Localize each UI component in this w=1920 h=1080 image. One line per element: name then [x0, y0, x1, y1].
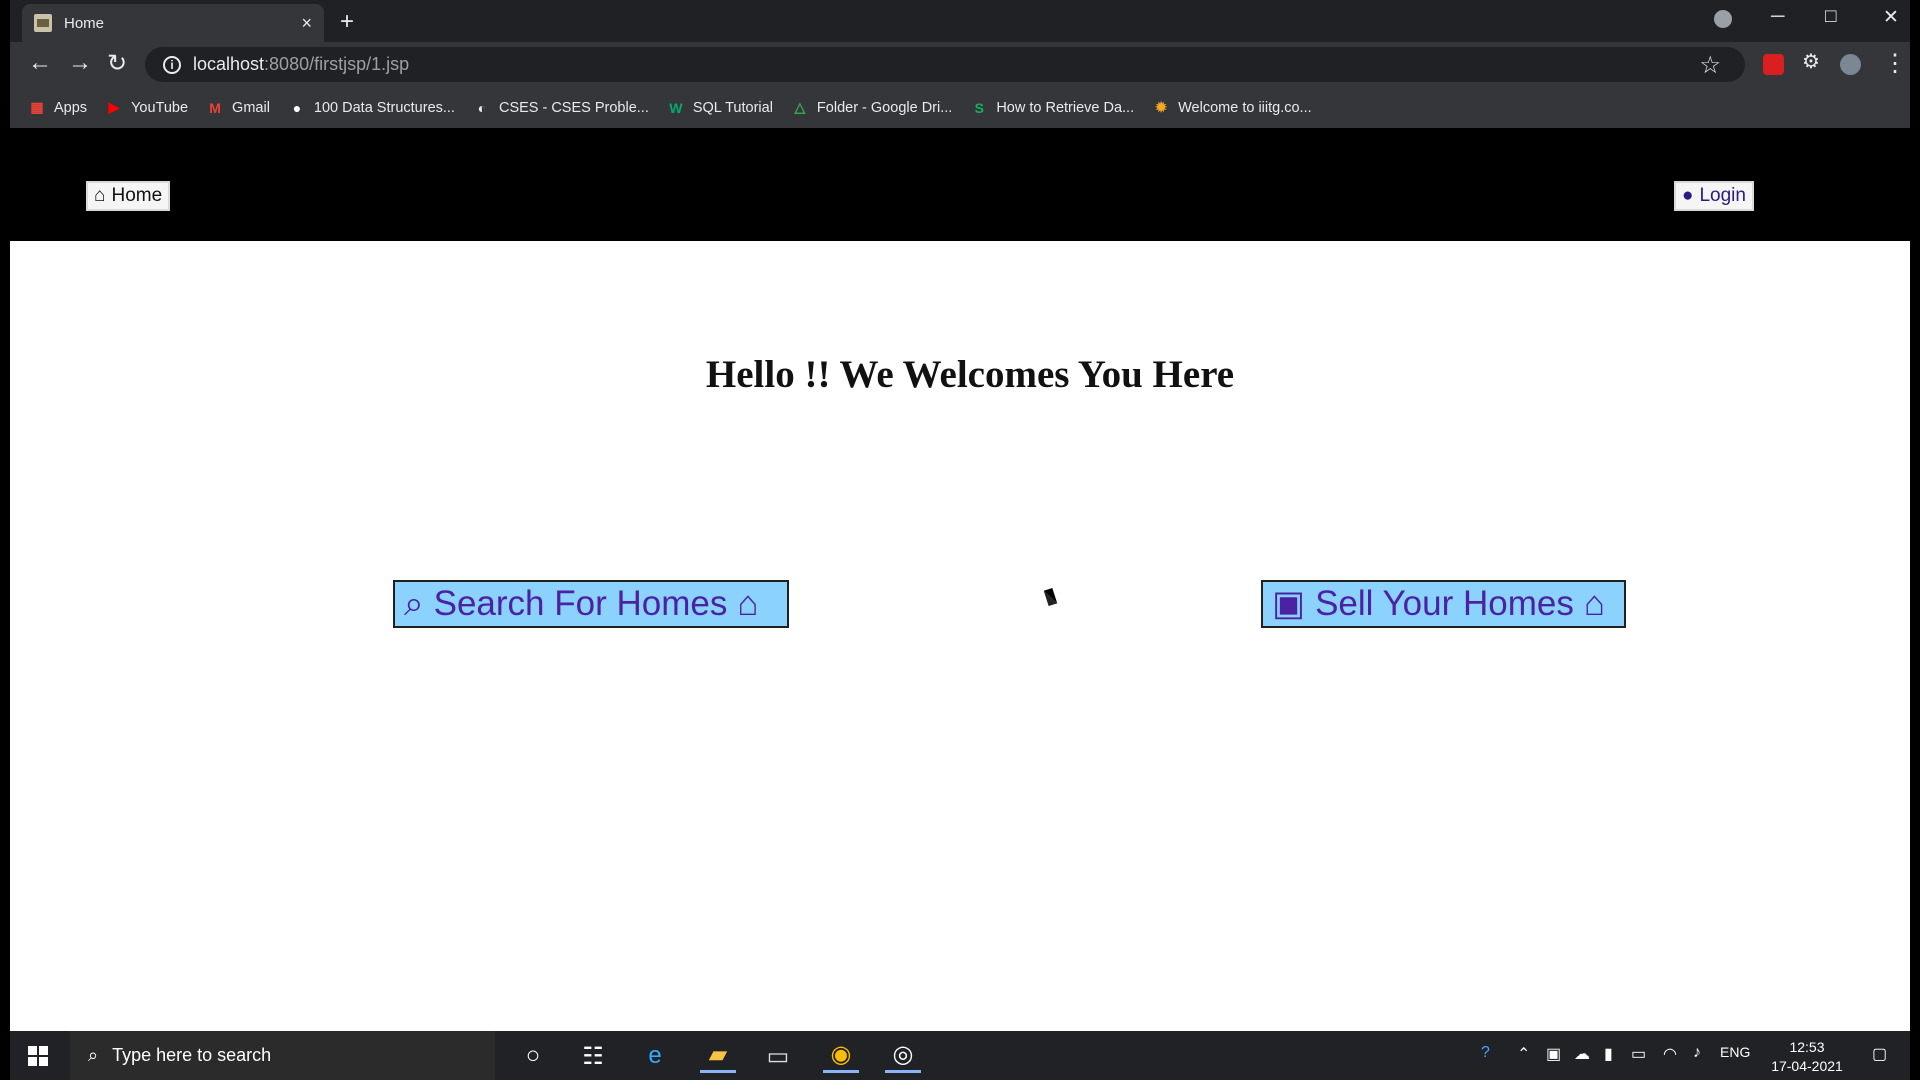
tab-home[interactable]: Home × — [22, 4, 324, 42]
settings-logo-icon: ✹ — [1155, 99, 1167, 115]
taskbar-search-box[interactable]: ⌕ Type here to search — [70, 1031, 495, 1080]
battery-icon[interactable]: ▭ — [1631, 1044, 1646, 1064]
profile-avatar[interactable] — [1840, 54, 1861, 75]
bookmark-label: 100 Data Structures... — [313, 99, 455, 116]
clock-time: 12:53 — [1789, 1039, 1825, 1055]
tab-title: Home — [64, 14, 105, 32]
bookmark-item[interactable]: ◐ CSES - CSES Proble... — [473, 99, 649, 117]
globe-icon: ◐ — [477, 99, 487, 116]
bookmark-item[interactable]: ● 100 Data Structures... — [288, 99, 455, 117]
acrobat-extension-icon[interactable] — [1763, 54, 1784, 75]
bookmark-label: Folder - Google Dri... — [816, 99, 953, 116]
gmail-icon: M — [209, 99, 221, 116]
desktop-screen: Home × + ─ □ ✕ ← → ↻ i localhost :8080/f… — [0, 0, 1920, 1080]
edge-icon[interactable]: e — [637, 1039, 673, 1073]
site-info-icon[interactable]: i — [163, 55, 181, 74]
bookmark-label: How to Retrieve Da... — [996, 99, 1135, 116]
home-nav-button[interactable]: ⌂ Home — [86, 181, 171, 211]
search-homes-label: Search For Homes — [433, 584, 728, 623]
address-bar[interactable]: i localhost :8080/firstjsp/1.jsp ☆ — [145, 47, 1745, 82]
bookmark-label: YouTube — [131, 99, 189, 116]
bookmark-label: Welcome to iiitg.co... — [1178, 99, 1312, 116]
reload-icon[interactable]: ↻ — [107, 49, 127, 78]
system-clock[interactable]: 12:53 17-04-2021 — [1762, 1038, 1852, 1076]
sell-homes-button[interactable]: ▣ Sell Your Homes ⌂ — [1261, 580, 1626, 628]
forward-icon[interactable]: → — [68, 49, 92, 77]
browser-window: Home × + ─ □ ✕ ← → ↻ i localhost :8080/f… — [10, 0, 1910, 128]
show-hidden-icons-icon[interactable]: ⌃ — [1517, 1044, 1530, 1064]
bookmark-item[interactable]: △ Folder - Google Dri... — [791, 99, 953, 117]
home-label: Home — [111, 185, 163, 206]
extensions-icon[interactable]: ⚙ — [1802, 49, 1820, 74]
close-tab-icon[interactable]: × — [301, 13, 312, 34]
obs-icon[interactable]: ◎ — [885, 1039, 921, 1073]
search-icon: ⌕ — [88, 1045, 99, 1065]
browser-profile-icon[interactable] — [1714, 10, 1732, 28]
new-tab-button[interactable]: + — [340, 8, 354, 36]
bookmark-item[interactable]: ▶ YouTube — [105, 99, 188, 117]
house-favicon-icon — [34, 14, 52, 32]
cortana-icon[interactable]: ○ — [515, 1039, 551, 1073]
bookmark-item[interactable]: W SQL Tutorial — [667, 99, 773, 117]
house-icon: ⌂ — [1583, 584, 1605, 623]
tab-strip: Home × + ─ □ ✕ — [10, 0, 1910, 42]
taskbar-search-placeholder: Type here to search — [112, 1045, 272, 1065]
bookmark-label: SQL Tutorial — [692, 99, 773, 116]
file-explorer-icon[interactable]: ▰ — [700, 1039, 736, 1073]
terminal-app-icon[interactable]: ▭ — [760, 1039, 796, 1073]
main-content: Hello !! We Welcomes You Here ⌕ Search F… — [10, 241, 1910, 1031]
grid-icon: ▦ — [30, 99, 44, 115]
minimize-button[interactable]: ─ — [1771, 6, 1784, 28]
windows-start-icon[interactable] — [28, 1046, 48, 1066]
windows-taskbar: ⌕ Type here to search ○ ☷ e ▰ ▭ ◉ ◎ ? ⌃ … — [10, 1031, 1910, 1080]
notifications-icon[interactable]: ▢ — [1872, 1044, 1887, 1064]
close-window-button[interactable]: ✕ — [1883, 6, 1899, 29]
language-indicator[interactable]: ENG — [1720, 1044, 1750, 1060]
wifi-icon[interactable]: ◠ — [1663, 1044, 1677, 1064]
w3schools-icon: W — [669, 99, 683, 116]
browser-toolbar: ← → ↻ i localhost :8080/firstjsp/1.jsp ☆… — [10, 42, 1910, 87]
clock-date: 17-04-2021 — [1771, 1058, 1843, 1074]
house-icon: ⌂ — [737, 584, 759, 623]
user-icon: ● — [1682, 185, 1694, 206]
bookmarks-bar: ▦ Apps ▶ YouTube M Gmail ● 100 Data Structures.… — [10, 87, 1910, 128]
bookmark-label: CSES - CSES Proble... — [498, 99, 649, 116]
maximize-button[interactable]: □ — [1825, 6, 1836, 28]
chrome-icon[interactable]: ◉ — [823, 1039, 859, 1073]
browser-menu-icon[interactable]: ⋮ — [1883, 49, 1907, 78]
bookmark-star-icon[interactable]: ☆ — [1699, 51, 1721, 80]
onedrive-icon[interactable]: ☁ — [1574, 1044, 1590, 1064]
bookmark-item[interactable]: M Gmail — [206, 99, 270, 117]
bookmark-item[interactable]: S How to Retrieve Da... — [970, 99, 1134, 117]
url-host: localhost — [193, 54, 265, 74]
help-icon[interactable]: ? — [1481, 1044, 1490, 1062]
home-icon: ⌂ — [94, 185, 106, 206]
login-nav-button[interactable]: ● Login — [1674, 181, 1754, 211]
s-icon: S — [974, 99, 984, 116]
search-homes-button[interactable]: ⌕ Search For Homes ⌂ — [393, 580, 789, 628]
drive-icon: △ — [794, 99, 806, 115]
bookmark-item[interactable]: ▦ Apps — [28, 99, 87, 117]
volume-icon[interactable]: ♪ — [1693, 1044, 1701, 1062]
url-path: :8080/firstjsp/1.jsp — [264, 54, 410, 74]
task-view-icon[interactable]: ☷ — [575, 1039, 611, 1073]
back-icon[interactable]: ← — [28, 49, 52, 77]
bookmark-item[interactable]: ✹ Welcome to iiitg.co... — [1152, 99, 1312, 117]
bookmark-label: Gmail — [232, 99, 270, 116]
youtube-icon: ▶ — [108, 99, 120, 115]
sell-homes-label: Sell Your Homes — [1315, 584, 1574, 623]
medium-icon: ● — [292, 99, 302, 116]
site-navbar: ⌂ Home ● Login — [10, 128, 1910, 241]
meet-now-icon[interactable]: ▣ — [1546, 1044, 1561, 1064]
search-icon: ⌕ — [404, 584, 424, 623]
welcome-heading: Hello !! We Welcomes You Here — [705, 353, 1235, 396]
login-label: Login — [1699, 185, 1746, 206]
money-icon: ▣ — [1272, 584, 1306, 623]
bookmark-label: Apps — [54, 99, 88, 116]
microphone-icon[interactable]: ▮ — [1604, 1044, 1613, 1064]
